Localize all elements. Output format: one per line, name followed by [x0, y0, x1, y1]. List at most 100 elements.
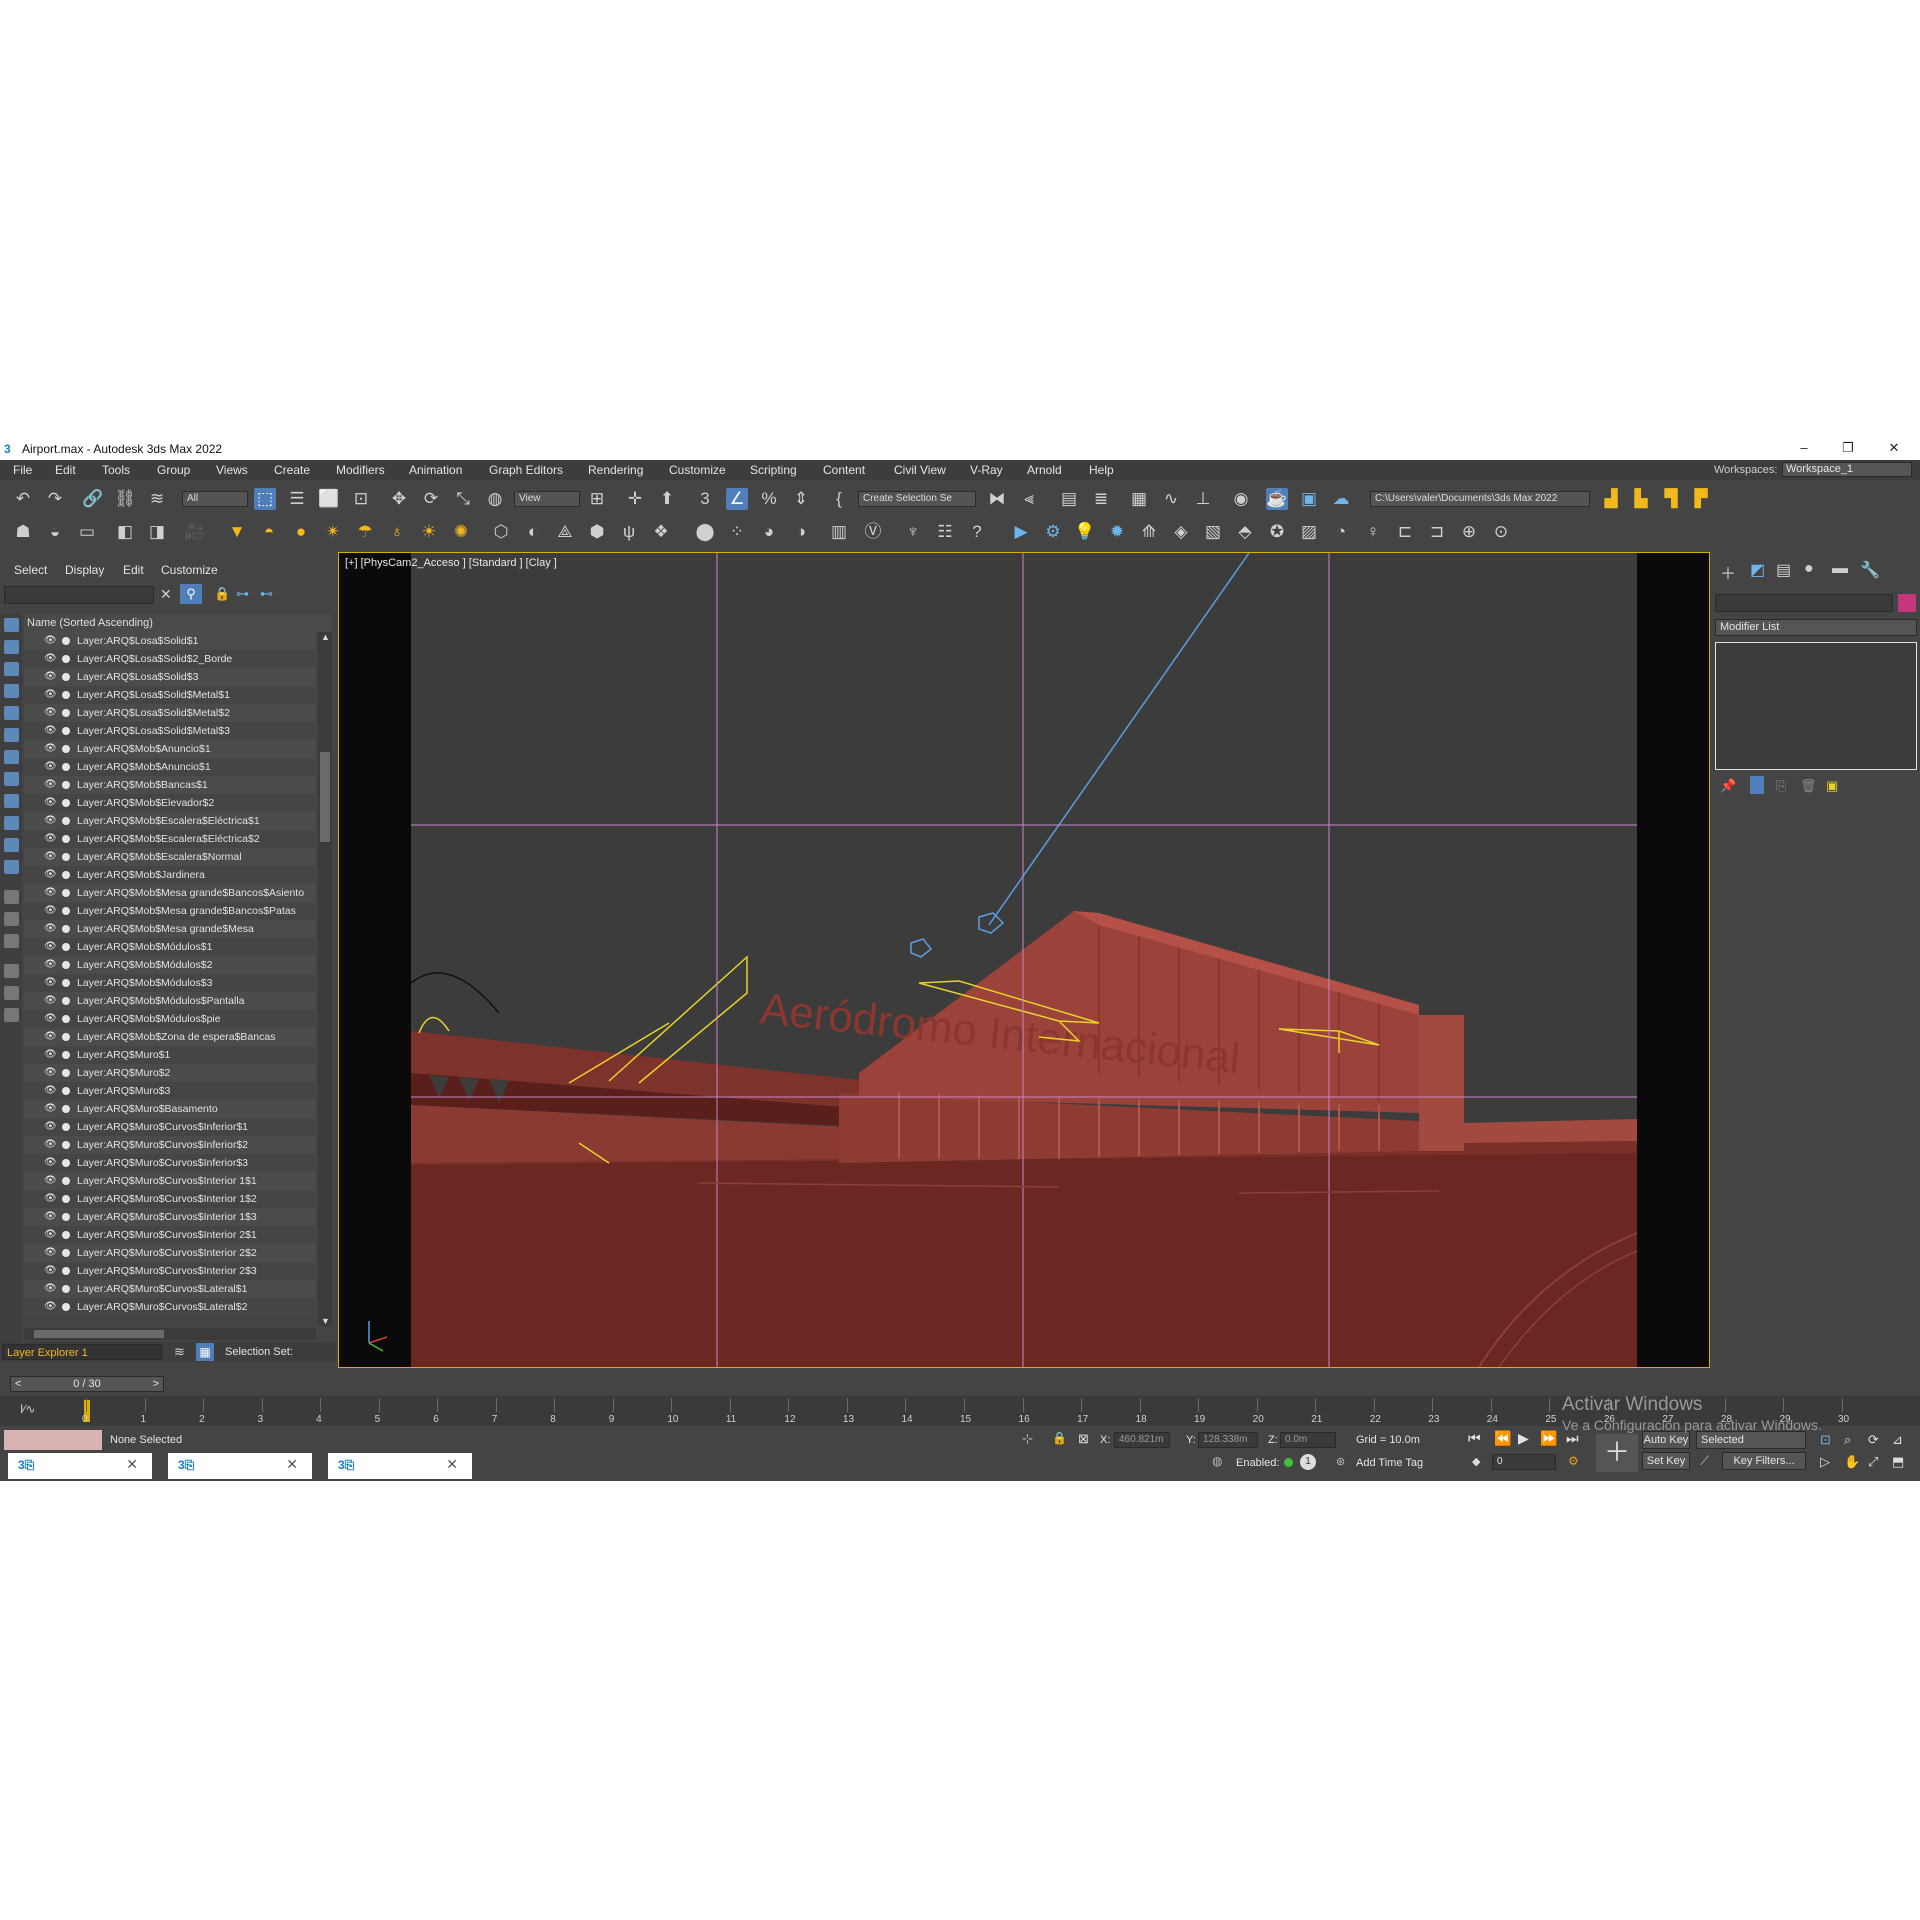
pin-stack-icon[interactable]: 📌	[1720, 778, 1736, 794]
lights-filter-icon[interactable]	[4, 662, 19, 676]
menu-file[interactable]: File	[13, 463, 32, 477]
visibility-eye-icon[interactable]: 👁	[44, 848, 57, 866]
viewport-toggle-icon[interactable]: ⊐	[1426, 521, 1448, 543]
render-toggle-icon[interactable]	[62, 1285, 70, 1293]
folder-icon[interactable]	[4, 1008, 19, 1022]
box-icon[interactable]: ▭	[76, 521, 98, 543]
layer-row[interactable]: 👁 Layer:ARQ$Losa$Solid$1	[24, 632, 316, 650]
close-window-3-icon[interactable]: ✕	[446, 1456, 458, 1473]
render-toggle-icon[interactable]	[62, 1159, 70, 1167]
layer-row[interactable]: 👁 Layer:ARQ$Muro$Curvos$Interior 2$1	[24, 1226, 316, 1244]
pivot-center-icon[interactable]: ⊞	[586, 488, 608, 510]
zoom-icon[interactable]: ⌕	[1844, 1432, 1851, 1448]
adaptive-degradation-icon[interactable]: ◍	[1212, 1454, 1222, 1468]
play-icon[interactable]: ▶	[1518, 1430, 1529, 1447]
vray-fur-icon[interactable]: ◐	[522, 521, 544, 543]
next-frame-icon[interactable]: ⏩	[1540, 1430, 1557, 1447]
render-toggle-icon[interactable]	[62, 1249, 70, 1257]
taskbar-window-2[interactable]: 3⎘ ✕	[168, 1453, 312, 1479]
sphere-light-icon[interactable]: ●	[290, 521, 312, 543]
rotate-icon[interactable]: ⟳	[420, 488, 442, 510]
menu-group[interactable]: Group	[157, 463, 190, 477]
viewport-grid-icon[interactable]: ⊕	[1458, 521, 1480, 543]
render-toggle-icon[interactable]	[62, 817, 70, 825]
selection-lock-icon[interactable]: 🔒	[1052, 1431, 1067, 1445]
explorer-menu-display[interactable]: Display	[65, 563, 104, 577]
layer-row[interactable]: 👁 Layer:ARQ$Mob$Elevador$2	[24, 794, 316, 812]
render-toggle-icon[interactable]	[62, 1123, 70, 1131]
layer-row[interactable]: 👁 Layer:ARQ$Losa$Solid$Metal$1	[24, 686, 316, 704]
workspace-dropdown[interactable]: Workspace_1	[1782, 462, 1912, 477]
menu-arnold[interactable]: Arnold	[1027, 463, 1062, 477]
layer-list-horizontal-scrollbar[interactable]	[24, 1328, 316, 1340]
render-toggle-icon[interactable]	[62, 1195, 70, 1203]
render-toggle-icon[interactable]	[62, 1069, 70, 1077]
visibility-eye-icon[interactable]: 👁	[44, 632, 57, 650]
visibility-eye-icon[interactable]: 👁	[44, 704, 57, 722]
clear-search-icon[interactable]: ✕	[160, 586, 172, 603]
layer-row[interactable]: 👁 Layer:ARQ$Muro$1	[24, 1046, 316, 1064]
arnold-bulb-icon[interactable]: ♀	[1362, 521, 1384, 543]
display-tab-icon[interactable]: ▬	[1832, 560, 1848, 578]
layer-row[interactable]: 👁 Layer:ARQ$Muro$Curvos$Lateral$1	[24, 1280, 316, 1298]
set-project-folder-icon[interactable]: ▟	[1600, 488, 1622, 510]
schematic-view-icon[interactable]: ⊥	[1192, 488, 1214, 510]
ies-light-icon[interactable]: ♁	[386, 521, 408, 543]
menu-edit[interactable]: Edit	[55, 463, 76, 477]
modifier-list-dropdown[interactable]: Modifier List	[1715, 619, 1917, 636]
snaps-toggle-icon[interactable]: 3	[694, 488, 716, 510]
viewport-eye-icon[interactable]: ⊙	[1490, 521, 1512, 543]
visibility-eye-icon[interactable]: 👁	[44, 830, 57, 848]
arnold-volume-icon[interactable]: ⟰	[1138, 521, 1160, 543]
layer-row[interactable]: 👁 Layer:ARQ$Muro$3	[24, 1082, 316, 1100]
render-toggle-icon[interactable]	[62, 871, 70, 879]
layer-explorer-icon[interactable]: ≣	[1090, 488, 1112, 510]
material-library-icon[interactable]: ⁘	[726, 521, 748, 543]
menu-create[interactable]: Create	[274, 463, 310, 477]
explorer-menu-select[interactable]: Select	[14, 563, 47, 577]
truck-icon[interactable]: ⤢	[1868, 1454, 1878, 1470]
visibility-eye-icon[interactable]: 👁	[44, 668, 57, 686]
render-production-icon[interactable]: ☁	[1330, 488, 1352, 510]
object-color-swatch[interactable]	[1898, 594, 1916, 612]
visibility-eye-icon[interactable]: 👁	[44, 1154, 57, 1172]
render-toggle-icon[interactable]	[62, 709, 70, 717]
camera-icon[interactable]: 🎥	[184, 521, 206, 543]
display-none-icon[interactable]	[4, 912, 19, 926]
undo-icon[interactable]: ↶	[12, 488, 34, 510]
scroll-down-icon[interactable]: ▼	[321, 1316, 330, 1326]
visibility-eye-icon[interactable]: 👁	[44, 974, 57, 992]
layer-row[interactable]: 👁 Layer:ARQ$Mob$Módulos$3	[24, 974, 316, 992]
taskbar-window-1[interactable]: 3⎘ ✕	[8, 1453, 152, 1479]
torus-icon[interactable]: ◒	[44, 521, 66, 543]
render-toggle-icon[interactable]	[62, 943, 70, 951]
frozen-filter-icon[interactable]	[4, 838, 19, 852]
save-project-icon[interactable]: ▛	[1690, 488, 1712, 510]
visibility-eye-icon[interactable]: 👁	[44, 992, 57, 1010]
render-toggle-icon[interactable]	[62, 1267, 70, 1275]
viewport-layout-icon[interactable]: ⊏	[1394, 521, 1416, 543]
close-window-2-icon[interactable]: ✕	[286, 1456, 298, 1473]
move-icon[interactable]: ✥	[388, 488, 410, 510]
z-coordinate-field[interactable]: 0.0m	[1280, 1432, 1336, 1448]
arnold-aov-icon[interactable]: ▨	[1298, 521, 1320, 543]
configure-sets-icon[interactable]: ▣	[1826, 778, 1838, 794]
dome-light-icon[interactable]: ◓	[258, 521, 280, 543]
render-toggle-icon[interactable]	[62, 1033, 70, 1041]
keyboard-shortcut-icon[interactable]: ⬆	[656, 488, 678, 510]
redo-icon[interactable]: ↷	[44, 488, 66, 510]
unlink-icon[interactable]: ⛓	[114, 488, 136, 510]
vertical-scroll-thumb[interactable]	[320, 752, 330, 842]
layer-row[interactable]: 👁 Layer:ARQ$Mob$Mesa grande$Mesa	[24, 920, 316, 938]
material-swap-icon[interactable]: ◑	[790, 521, 812, 543]
layer-row[interactable]: 👁 Layer:ARQ$Mob$Mesa grande$Bancos$Asient…	[24, 884, 316, 902]
render-toggle-icon[interactable]	[62, 1213, 70, 1221]
open-project-icon[interactable]: ▙	[1630, 488, 1652, 510]
vray-grass-icon[interactable]: ψ	[618, 521, 640, 543]
spinner-snap-icon[interactable]: ⇕	[790, 488, 812, 510]
percent-snap-icon[interactable]: %	[758, 488, 780, 510]
toggle-ribbon-icon[interactable]: ▦	[1128, 488, 1150, 510]
shape-icon[interactable]: ◧	[114, 521, 136, 543]
scene-explorer-icon[interactable]: ▤	[1058, 488, 1080, 510]
key-mode-toggle-icon[interactable]: ◆	[1472, 1455, 1480, 1468]
